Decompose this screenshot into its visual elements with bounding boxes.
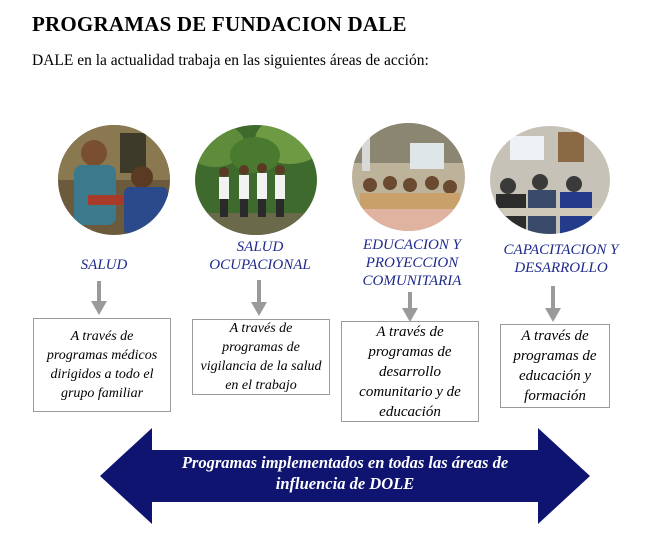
- banner-text: Programas implementados en todas las áre…: [181, 453, 509, 493]
- down-arrow-icon: [402, 292, 418, 322]
- description-text: A través de programas de vigilancia de l…: [200, 321, 322, 393]
- down-arrow-icon: [91, 281, 107, 315]
- description-box-capacitacion: A través de programas de educación y for…: [500, 324, 610, 408]
- area-label-salud-ocupacional: SALUD OCUPACIONAL: [209, 239, 311, 273]
- area-label-educacion: EDUCACION Y PROYECCION COMUNITARIA: [362, 237, 462, 289]
- down-arrow-icon: [545, 286, 561, 322]
- down-arrow-icon: [251, 280, 267, 316]
- description-text: A través de programas médicos dirigidos …: [46, 329, 158, 401]
- description-box-educacion: A través de programas de desarrollo comu…: [341, 321, 479, 422]
- photo-salud-ocupacional: [195, 125, 317, 235]
- description-box-salud: A través de programas médicos dirigidos …: [33, 318, 171, 412]
- description-box-salud-ocupacional: A través de programas de vigilancia de l…: [192, 319, 330, 395]
- description-text: A través de programas de desarrollo comu…: [359, 323, 461, 420]
- photo-capacitacion: [490, 126, 610, 234]
- photo-salud: [58, 125, 170, 235]
- area-label-capacitacion: CAPACITACION Y DESARROLLO: [503, 242, 619, 276]
- area-label-salud: SALUD: [80, 257, 128, 273]
- intro-text: DALE en la actualidad trabaja en las sig…: [32, 52, 429, 69]
- description-text: A través de programas de educación y for…: [513, 328, 597, 404]
- page-title: PROGRAMAS DE FUNDACION DALE: [32, 12, 407, 36]
- photo-educacion: [352, 123, 465, 231]
